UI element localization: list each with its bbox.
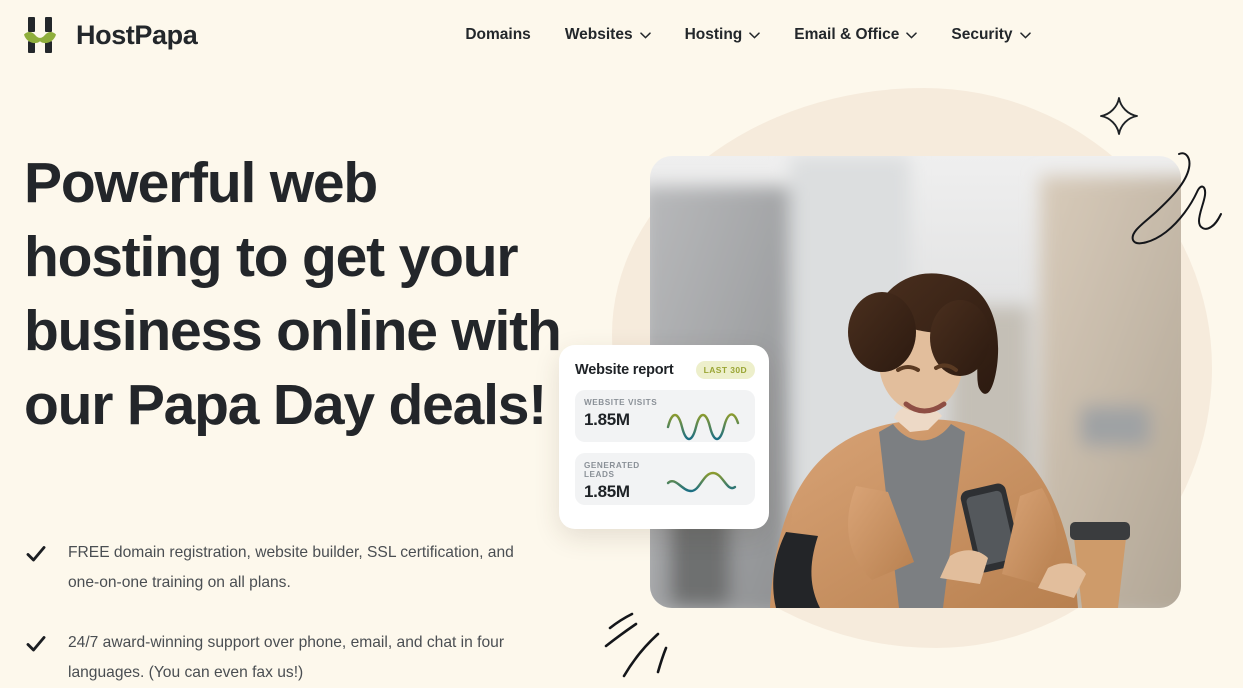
metric-generated-leads: GENERATED LEADS 1.85M xyxy=(575,453,755,505)
main-navigation: Domains Websites Hosting Email & Office xyxy=(465,26,1031,44)
metric-text: WEBSITE VISITS 1.85M xyxy=(584,398,657,430)
nav-item-label: Security xyxy=(951,26,1013,43)
list-item-label: FREE domain registration, website builde… xyxy=(68,544,514,591)
metric-text: GENERATED LEADS 1.85M xyxy=(584,461,665,502)
nav-item-label: Domains xyxy=(465,26,531,43)
chevron-down-icon xyxy=(1019,31,1031,39)
page-title: Powerful web hosting to get your busines… xyxy=(24,151,562,437)
hero-page: HostPapa Domains Websites Hosting Email … xyxy=(0,0,1243,688)
chevron-down-icon xyxy=(749,31,761,39)
nav-item-websites[interactable]: Websites xyxy=(565,26,651,44)
hero-copy: Powerful web hosting to get your busines… xyxy=(24,146,584,442)
chevron-down-icon xyxy=(639,31,651,39)
radiating-lines-icon xyxy=(604,612,668,678)
status-badge: LAST 30D xyxy=(695,361,755,379)
wave-sparkline-icon xyxy=(666,471,737,493)
report-card-title: Website report xyxy=(575,362,674,378)
wave-sparkline-icon xyxy=(666,413,740,441)
metric-value: 1.85M xyxy=(584,410,630,429)
brand-logo[interactable]: HostPapa xyxy=(22,15,198,55)
brand-name: HostPapa xyxy=(76,19,198,50)
chevron-down-icon xyxy=(906,31,918,39)
list-item-label: 24/7 award-winning support over phone, e… xyxy=(68,634,505,681)
list-item: 24/7 award-winning support over phone, e… xyxy=(26,628,566,688)
list-item: FREE domain registration, website builde… xyxy=(26,538,566,598)
site-header: HostPapa Domains Websites Hosting Email … xyxy=(0,0,1243,70)
nav-item-email-office[interactable]: Email & Office xyxy=(794,26,918,44)
check-icon xyxy=(26,636,46,652)
nav-item-label: Websites xyxy=(564,26,633,43)
metric-label: WEBSITE VISITS xyxy=(584,398,658,407)
nav-item-label: Hosting xyxy=(684,26,743,43)
metric-value: 1.85M xyxy=(584,482,630,501)
report-card-header: Website report LAST 30D xyxy=(575,361,755,379)
nav-item-hosting[interactable]: Hosting xyxy=(685,26,761,44)
nav-item-label: Email & Office xyxy=(794,26,900,43)
hostpapa-mustache-h-logo-icon xyxy=(24,17,56,53)
nav-item-security[interactable]: Security xyxy=(951,26,1031,44)
metric-website-visits: WEBSITE VISITS 1.85M xyxy=(575,390,755,442)
hero-feature-list: FREE domain registration, website builde… xyxy=(26,538,566,688)
four-point-star-icon xyxy=(1100,97,1138,135)
website-report-card: Website report LAST 30D WEBSITE VISITS 1… xyxy=(559,345,769,529)
nav-item-domains[interactable]: Domains xyxy=(465,26,530,44)
metric-label: GENERATED LEADS xyxy=(584,461,640,479)
check-icon xyxy=(26,546,46,562)
